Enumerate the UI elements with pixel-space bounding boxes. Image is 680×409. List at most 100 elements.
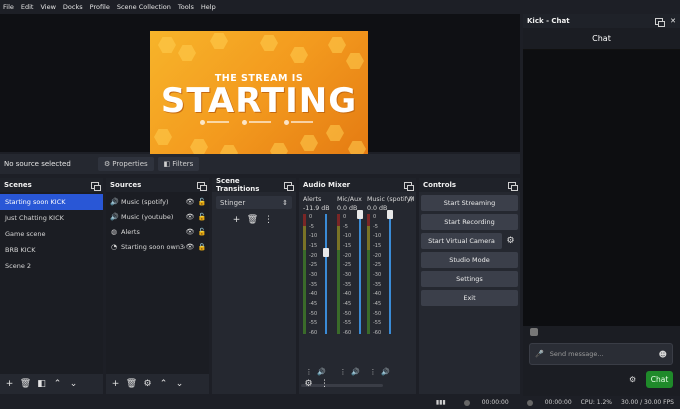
stream-preview[interactable]: THE STREAM IS STARTING — [150, 31, 368, 160]
signal-icon: ▮▮▮ — [435, 399, 446, 406]
user-avatar-icon[interactable] — [530, 328, 538, 336]
stream-status: 00:00:00 — [455, 399, 509, 406]
start-recording-button[interactable]: Start Recording — [421, 214, 518, 230]
volume-slider[interactable] — [357, 210, 363, 219]
undock-icon[interactable] — [508, 181, 518, 191]
undock-icon[interactable] — [284, 181, 294, 191]
meter-tick-label: -5 — [343, 223, 348, 230]
scene-item[interactable]: Game scene — [0, 226, 103, 242]
source-item[interactable]: 🔊 Music (spotify) 👁 🔓 — [106, 194, 209, 209]
social-icon — [242, 119, 272, 125]
filter-icon: ◧ — [163, 160, 171, 168]
mixer-channel-name: M — [409, 196, 415, 203]
menu-view[interactable]: View — [40, 3, 55, 11]
emoji-icon[interactable]: ☻ — [659, 350, 667, 359]
chat-input-placeholder: Send message... — [549, 350, 604, 358]
menu-help[interactable]: Help — [201, 3, 216, 11]
filters-button[interactable]: ◧ Filters — [157, 157, 200, 171]
meter-tick-label: -20 — [343, 252, 352, 259]
scene-item[interactable]: Just Chatting KICK — [0, 210, 103, 226]
undock-icon[interactable] — [91, 181, 101, 191]
undock-icon[interactable] — [197, 181, 207, 191]
transition-select[interactable]: Stinger ⇕ — [216, 196, 292, 209]
meter-tick-label: -35 — [343, 281, 352, 288]
volume-track — [359, 214, 361, 334]
microphone-icon[interactable]: 🎤 — [535, 350, 544, 358]
meter-tick-label: -15 — [309, 243, 318, 249]
undock-icon[interactable] — [404, 181, 414, 191]
chevron-up-icon[interactable]: ⌃ — [157, 378, 170, 391]
eye-icon[interactable]: 👁 — [185, 213, 195, 221]
meter-tick-label: -60 — [309, 330, 318, 336]
trash-icon[interactable]: 🗑 — [19, 378, 32, 391]
advanced-audio-icon[interactable]: ⚙ — [302, 378, 315, 391]
studio-mode-button[interactable]: Studio Mode — [421, 252, 518, 268]
volume-slider[interactable] — [387, 210, 393, 219]
add-icon[interactable]: + — [230, 213, 243, 226]
trash-icon[interactable]: 🗑 — [246, 213, 259, 226]
globe-icon: ◍ — [110, 227, 118, 236]
volume-slider[interactable] — [323, 248, 329, 258]
gear-icon[interactable]: ⚙ — [504, 235, 517, 248]
lock-open-icon[interactable]: 🔓 — [197, 213, 207, 221]
menu-docks[interactable]: Docks — [63, 3, 83, 11]
settings-button[interactable]: Settings — [421, 271, 518, 287]
meter-tick-label: -35 — [373, 281, 382, 288]
mixer-channel-name: Mic/Aux — [337, 196, 362, 203]
dock-title: Audio Mixer — [303, 181, 351, 189]
gear-icon[interactable]: ⚙ — [141, 378, 154, 391]
chevron-up-icon[interactable]: ⌃ — [51, 378, 64, 391]
filter-icon[interactable]: ◧ — [35, 378, 48, 391]
meter-tick-label: -10 — [309, 233, 318, 240]
chat-send-button[interactable]: Chat — [646, 371, 673, 388]
meter-tick-label: -20 — [309, 252, 318, 259]
eye-icon[interactable]: 👁 — [185, 198, 195, 206]
audio-mixer-dock: Audio Mixer Alerts -11.9 dB 0 -5 -10 -15 -20 -2… — [299, 178, 416, 394]
properties-button[interactable]: ⚙ Properties — [98, 157, 154, 171]
menu-scene-collection[interactable]: Scene Collection — [117, 3, 171, 11]
meter-tick-label: -30 — [309, 272, 318, 278]
scene-item[interactable]: BRB KICK — [0, 242, 103, 258]
meter-tick-label: -15 — [343, 243, 352, 249]
source-item[interactable]: ◔ Starting soon own3d 👁 🔒 — [106, 239, 209, 254]
gear-icon[interactable]: ⚙ — [629, 375, 636, 384]
more-icon[interactable]: ⋮ — [262, 213, 275, 226]
chat-message-input[interactable]: 🎤 Send message... ☻ — [529, 343, 673, 365]
dock-title: Scene Transitions — [216, 177, 260, 193]
trash-icon[interactable]: 🗑 — [125, 378, 138, 391]
meter-tick-label: -25 — [309, 262, 318, 269]
source-toolbar: No source selected ⚙ Properties ◧ Filters — [0, 154, 520, 174]
mixer-channel-name: Alerts — [303, 196, 322, 203]
social-icon — [200, 119, 230, 125]
scene-item[interactable]: Starting soon KICK — [0, 194, 103, 210]
menu-edit[interactable]: Edit — [21, 3, 34, 11]
meter-ticks: 0 -5 -10 -15 -20 -25 -30 -35 -40 -45 -50 -55 -60 — [373, 214, 385, 336]
add-icon[interactable]: + — [109, 378, 122, 391]
close-icon[interactable]: ✕ — [670, 17, 676, 25]
add-icon[interactable]: + — [3, 378, 16, 391]
source-item[interactable]: 🔊 Music (youtube) 👁 🔓 — [106, 209, 209, 224]
more-icon[interactable]: ⋮ — [318, 378, 331, 391]
chevron-down-icon[interactable]: ⌄ — [173, 378, 186, 391]
eye-icon[interactable]: 👁 — [185, 228, 195, 236]
menu-profile[interactable]: Profile — [90, 3, 110, 11]
meter-tick-label: -40 — [343, 291, 352, 298]
lock-open-icon[interactable]: 🔓 — [197, 228, 207, 236]
exit-button[interactable]: Exit — [421, 290, 518, 306]
menu-file[interactable]: File — [3, 3, 14, 11]
chevron-updown-icon: ⇕ — [282, 198, 288, 207]
eye-icon[interactable]: 👁 — [185, 243, 195, 251]
mixer-channel: Music (spotify) 0.0 dB 0 -5 -10 -15 -20 -25 -30 -… — [367, 192, 413, 376]
chevron-down-icon[interactable]: ⌄ — [67, 378, 80, 391]
volume-meter — [337, 214, 340, 334]
source-item[interactable]: ◍ Alerts 👁 🔓 — [106, 224, 209, 239]
meter-ticks: 0 -5 -10 -15 -20 -25 -30 -35 -40 -45 -50 -55 -60 — [343, 214, 355, 336]
menu-tools[interactable]: Tools — [178, 3, 194, 11]
controls-dock: Controls Start Streaming Start Recording… — [419, 178, 520, 394]
scene-item[interactable]: Scene 2 — [0, 258, 103, 274]
start-virtual-camera-button[interactable]: Start Virtual Camera — [421, 233, 502, 249]
lock-open-icon[interactable]: 🔓 — [197, 198, 207, 206]
lock-icon[interactable]: 🔒 — [197, 243, 207, 251]
start-streaming-button[interactable]: Start Streaming — [421, 195, 518, 211]
undock-icon[interactable] — [655, 17, 666, 27]
